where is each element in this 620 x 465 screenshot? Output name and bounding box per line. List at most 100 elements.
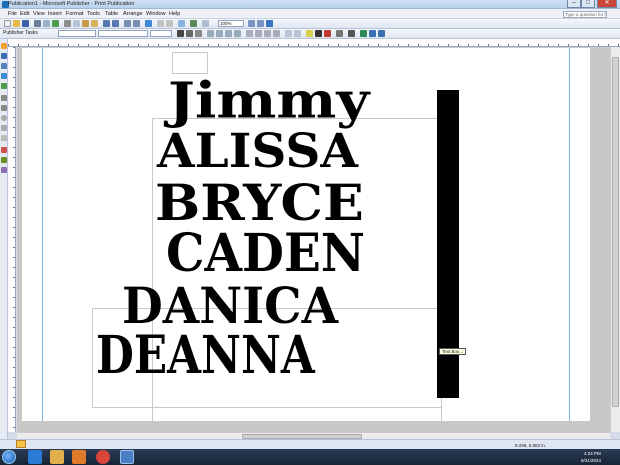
align-center-icon[interactable] — [216, 30, 223, 37]
align-right-icon[interactable] — [225, 30, 232, 37]
clock-time[interactable]: 4:24 PM — [584, 451, 601, 456]
spelling-icon[interactable] — [52, 20, 59, 27]
oval-icon[interactable] — [1, 115, 7, 121]
line-color-icon[interactable] — [315, 30, 322, 37]
standard-toolbar: 100% — [0, 19, 620, 29]
start-button[interactable] — [2, 450, 16, 464]
arrow-style-icon[interactable] — [360, 30, 367, 37]
html-fragment-icon[interactable] — [1, 167, 7, 173]
help-icon[interactable] — [266, 20, 273, 27]
select-objects-icon[interactable] — [1, 43, 7, 49]
vertical-scroll-thumb[interactable] — [612, 57, 619, 407]
table-icon[interactable] — [202, 20, 209, 27]
redo-icon[interactable] — [112, 20, 119, 27]
rows-icon[interactable] — [166, 20, 173, 27]
media-player-icon[interactable] — [72, 450, 86, 464]
menu-file[interactable]: File — [8, 11, 17, 17]
document-workspace[interactable]: Jimmy ALISSA BRYCE CADEN DANICA DEANNA T… — [17, 47, 613, 432]
page-navigator-icon[interactable] — [16, 440, 26, 448]
menu-help[interactable]: Help — [169, 11, 180, 17]
font-color-icon[interactable] — [324, 30, 331, 37]
fill-color-icon[interactable] — [306, 30, 313, 37]
menu-view[interactable]: View — [33, 11, 45, 17]
menu-insert[interactable]: Insert — [48, 11, 62, 17]
zoom-out-icon[interactable] — [248, 20, 255, 27]
name-jimmy[interactable]: Jimmy — [168, 75, 369, 125]
bring-forward-icon[interactable] — [124, 20, 131, 27]
wordart-icon[interactable] — [1, 73, 7, 79]
decrease-indent-icon[interactable] — [264, 30, 271, 37]
publisher-tasks-button[interactable]: Publisher Tasks — [3, 30, 38, 36]
close-button[interactable]: ✕ — [597, 0, 617, 8]
open-icon[interactable] — [13, 20, 20, 27]
chrome-icon[interactable] — [96, 450, 110, 464]
text-box-tooltip: Text Box... — [439, 348, 467, 355]
justify-icon[interactable] — [234, 30, 241, 37]
minimize-button[interactable]: – — [567, 0, 581, 8]
copy-icon[interactable] — [73, 20, 80, 27]
menu-window[interactable]: Window — [146, 11, 166, 17]
arrow-icon[interactable] — [1, 105, 7, 111]
insert-hyperlink-icon[interactable] — [145, 20, 152, 27]
horizontal-scrollbar[interactable] — [17, 432, 610, 439]
design-gallery-icon[interactable] — [190, 20, 197, 27]
insert-table-icon[interactable] — [1, 63, 7, 69]
font-size-select[interactable] — [150, 30, 172, 37]
menu-edit[interactable]: Edit — [20, 11, 29, 17]
publisher-taskbar-icon[interactable] — [120, 450, 134, 464]
dash-style-icon[interactable] — [348, 30, 355, 37]
zoom-in-icon[interactable] — [257, 20, 264, 27]
paste-icon[interactable] — [82, 20, 89, 27]
file-explorer-icon[interactable] — [50, 450, 64, 464]
format-painter-icon[interactable] — [91, 20, 98, 27]
decrease-font-icon[interactable] — [285, 30, 292, 37]
bullets-icon[interactable] — [255, 30, 262, 37]
align-left-icon[interactable] — [207, 30, 214, 37]
line-icon[interactable] — [1, 95, 7, 101]
name-alissa[interactable]: ALISSA — [157, 128, 358, 175]
help-search-input[interactable]: Type a question for help — [563, 11, 607, 18]
line-style-icon[interactable] — [336, 30, 343, 37]
cut-icon[interactable] — [64, 20, 71, 27]
picture-frame-icon[interactable] — [1, 83, 7, 89]
horizontal-ruler[interactable] — [8, 39, 620, 47]
save-icon[interactable] — [22, 20, 29, 27]
special-characters-icon[interactable] — [178, 20, 185, 27]
print-icon[interactable] — [34, 20, 41, 27]
menu-format[interactable]: Format — [66, 11, 83, 17]
increase-indent-icon[interactable] — [273, 30, 280, 37]
print-preview-icon[interactable] — [43, 20, 50, 27]
internet-explorer-icon[interactable] — [28, 450, 42, 464]
text-box-icon[interactable] — [1, 53, 7, 59]
vertical-ruler[interactable] — [8, 47, 16, 432]
clock-date[interactable]: 8/31/2024 — [581, 458, 601, 463]
underline-icon[interactable] — [195, 30, 202, 37]
publication-page[interactable]: Jimmy ALISSA BRYCE CADEN DANICA DEANNA T… — [22, 48, 590, 428]
shadow-style-icon[interactable] — [369, 30, 376, 37]
name-danica[interactable]: DANICA — [122, 281, 338, 331]
zoom-select[interactable]: 100% — [218, 20, 244, 27]
new-icon[interactable] — [4, 20, 11, 27]
menu-tools[interactable]: Tools — [87, 11, 100, 17]
numbering-icon[interactable] — [246, 30, 253, 37]
style-select[interactable] — [58, 30, 96, 37]
menu-arrange[interactable]: Arrange — [123, 11, 143, 17]
undo-icon[interactable] — [103, 20, 110, 27]
font-select[interactable] — [98, 30, 148, 37]
name-bryce[interactable]: BRYCE — [155, 179, 364, 228]
increase-font-icon[interactable] — [294, 30, 301, 37]
vertical-scrollbar[interactable] — [610, 47, 620, 432]
autoshapes-icon[interactable] — [1, 135, 7, 141]
name-deanna[interactable]: DEANNA — [96, 330, 315, 382]
italic-icon[interactable] — [186, 30, 193, 37]
name-caden[interactable]: CADEN — [166, 228, 365, 280]
3d-style-icon[interactable] — [378, 30, 385, 37]
form-control-icon[interactable] — [1, 157, 7, 163]
menu-table[interactable]: Table — [105, 11, 118, 17]
maximize-button[interactable]: □ — [581, 0, 595, 8]
columns-icon[interactable] — [157, 20, 164, 27]
hotspot-icon[interactable] — [1, 147, 7, 153]
bold-icon[interactable] — [177, 30, 184, 37]
send-backward-icon[interactable] — [133, 20, 140, 27]
rectangle-icon[interactable] — [1, 125, 7, 131]
